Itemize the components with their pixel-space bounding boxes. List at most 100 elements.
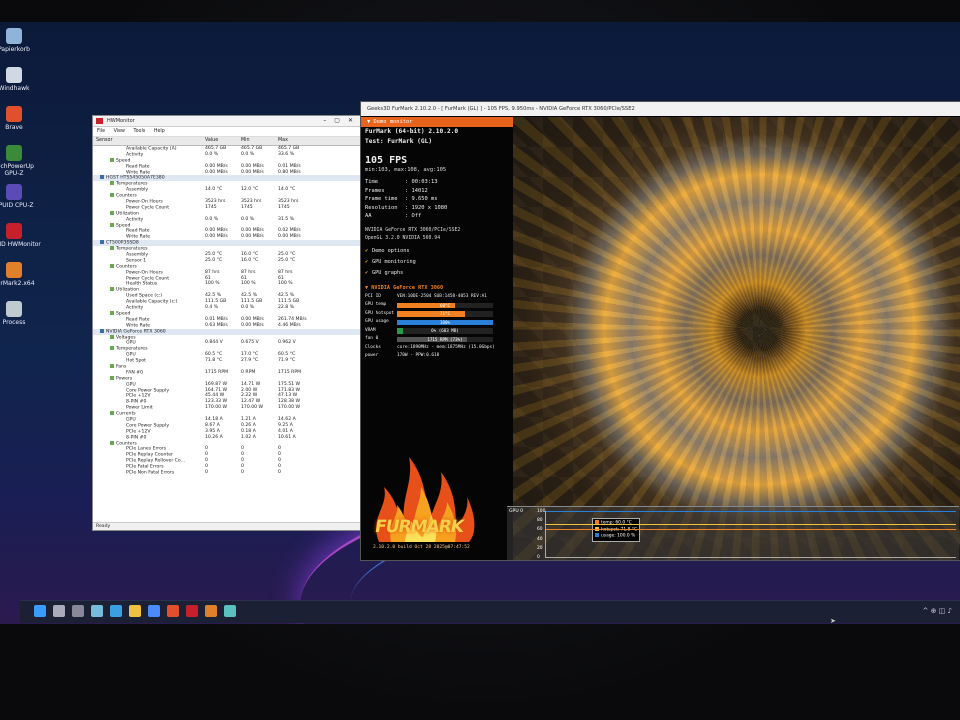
sensor-icon [120,146,124,150]
desktop-icon[interactable]: Brave [0,106,42,131]
sensor-icon [120,281,124,285]
desktop-icon-label: Process [2,319,26,326]
taskbar-start-icon[interactable] [34,605,46,617]
app-version: FurMark (64-bit) 2.10.2.0 [365,128,459,135]
stat-value: : 1920 x 1080 [405,204,448,211]
stat-value: : 00:03:13 [405,179,438,185]
taskbar-search-icon[interactable] [53,605,65,617]
run-stats: Time: 00:03:13 Frames: 14012 Frame time: 9… [361,178,513,221]
sensor-value: 0 [205,469,208,475]
sensor-name: PCIe Fatal Errors [126,464,164,470]
sensor-name: Utilization [116,287,140,293]
taskbar-store-icon[interactable] [148,605,160,617]
column-min[interactable]: Min [241,137,250,145]
taskbar-brave-icon[interactable] [167,605,179,617]
column-value[interactable]: Value [205,137,218,145]
series-line [546,523,956,525]
option-label: GPU monitoring [372,258,416,265]
taskbar-furmark-icon[interactable] [205,605,217,617]
sensor-icon [120,170,124,174]
sensor-icon [110,222,114,227]
sensor-icon [120,305,124,309]
pci-value: VEN:10DE-2504 SUB:1458-4053 REV:A1 [397,293,487,299]
stat-label: Frames [365,187,385,194]
power-value: 170W - PPW:0.618 [397,353,440,358]
stat-label: Time [365,179,378,185]
taskbar-task-view-icon[interactable] [72,605,84,617]
hwmonitor-titlebar[interactable]: HWMonitor –▢✕ [93,116,365,127]
window-controls[interactable]: –▢✕ [323,116,361,126]
sensor-icon [110,411,114,416]
hwmonitor-status: Ready [93,522,365,530]
gpu-metric-row: GPU temp 60°C [361,301,513,310]
sensor-icon [110,263,114,268]
metric-label: VRAM [365,327,376,333]
sensor-name: Write Rate [126,234,151,240]
sensor-name: Core Power Supply [126,388,170,394]
desktop-icon[interactable]: CPUID CPU-Z [0,184,42,209]
sensor-icon [120,446,124,450]
sensor-icon [120,382,124,386]
taskbar-hwmonitor-icon[interactable] [186,605,198,617]
column-max[interactable]: Max [278,137,288,145]
desktop-icon[interactable]: Process [0,301,42,326]
build-info: 2.10.2.0 build Oct 28 2025@07:47:52 [373,545,470,550]
mouse-cursor-icon: ➤ [830,617,836,625]
sensor-name: Assembly [126,252,149,258]
taskbar-terminal-icon[interactable] [224,605,236,617]
sensor-name: Utilization [116,211,140,217]
furmark-titlebar[interactable]: Geeks3D FurMark 2.10.2.0 - [ FurMark (GL… [361,102,960,116]
opengl-version: OpenGL 3.2.0 NVIDIA 560.94 [365,235,441,241]
check-icon: ✔ [365,258,369,265]
hwmonitor-column-headers: Sensor Value Min Max [93,137,365,146]
app-icon [6,106,22,122]
sensor-icon [120,323,124,327]
furmark-logo-text: FURMARK [373,517,465,537]
gpu-graph: GPU 0 100806040200 temp: 60.0 °Chotspot:… [507,506,959,560]
option-checkbox[interactable]: ✔ Demo options [361,246,513,257]
desktop-icon[interactable]: CPUID HWMonitor [0,223,42,248]
sensor-icon [120,340,124,344]
sensor-icon [110,193,114,198]
graph-label: GPU 0 [509,509,524,514]
menu-tools[interactable]: Tools [133,129,145,134]
demo-monitor-header[interactable]: ▼ Demo monitor [361,117,513,127]
sensor-icon [120,270,124,274]
option-checkbox[interactable]: ✔ GPU graphs [361,268,513,279]
sensor-icon [120,317,124,321]
taskbar-edge-icon[interactable] [110,605,122,617]
hwmonitor-window: HWMonitor –▢✕ File View Tools Help Senso… [92,115,366,531]
metric-label: GPU hotspot [365,310,395,316]
taskbar-copilot-icon[interactable] [91,605,103,617]
power-label: power [365,353,379,358]
gpu-metric-row: GPU hotspot 71°C [361,310,513,319]
stat-label: AA [365,213,372,219]
sensor-name: Counters [116,264,137,270]
sensor-name: Counters [116,193,137,199]
menu-file[interactable]: File [97,129,105,134]
desktop-icon[interactable]: Windhawk [0,67,42,92]
desktop-icon[interactable]: FurMark2.x64 [0,262,42,287]
sensor-icon [120,199,124,203]
menu-help[interactable]: Help [154,129,165,134]
desktop-icon[interactable]: TechPowerUp GPU-Z [0,145,42,177]
axis-tick-label: 20 [537,545,543,551]
sensor-name: GPU [126,352,136,358]
column-sensor[interactable]: Sensor [96,137,112,145]
table-row[interactable]: PCIe Non Fatal Errors 0 0 0 [93,470,365,476]
sensor-name: Power-On Hours [126,270,163,276]
clocks-value: core:1890MHz - mem:1875MHz (15.0Gbps) [397,344,495,350]
metric-value: 71°C [439,311,451,316]
system-tray[interactable]: ^ ⊕ ◫ ♪ [923,607,953,615]
check-icon: ✔ [365,269,369,276]
sensor-name: PCIe Replay Counter [126,452,173,458]
sensor-name: Core Power Supply [126,423,170,429]
sensor-icon [120,370,124,374]
option-checkbox[interactable]: ✔ GPU monitoring [361,257,513,268]
taskbar-explorer-icon[interactable] [129,605,141,617]
gpu-header[interactable]: ▼ NVIDIA GeForce RTX 3060 [361,283,513,293]
app-icon [6,67,22,83]
metric-bar: 100% [397,319,493,325]
menu-view[interactable]: View [114,129,125,134]
desktop-icon[interactable]: Papierkorb [0,28,42,53]
